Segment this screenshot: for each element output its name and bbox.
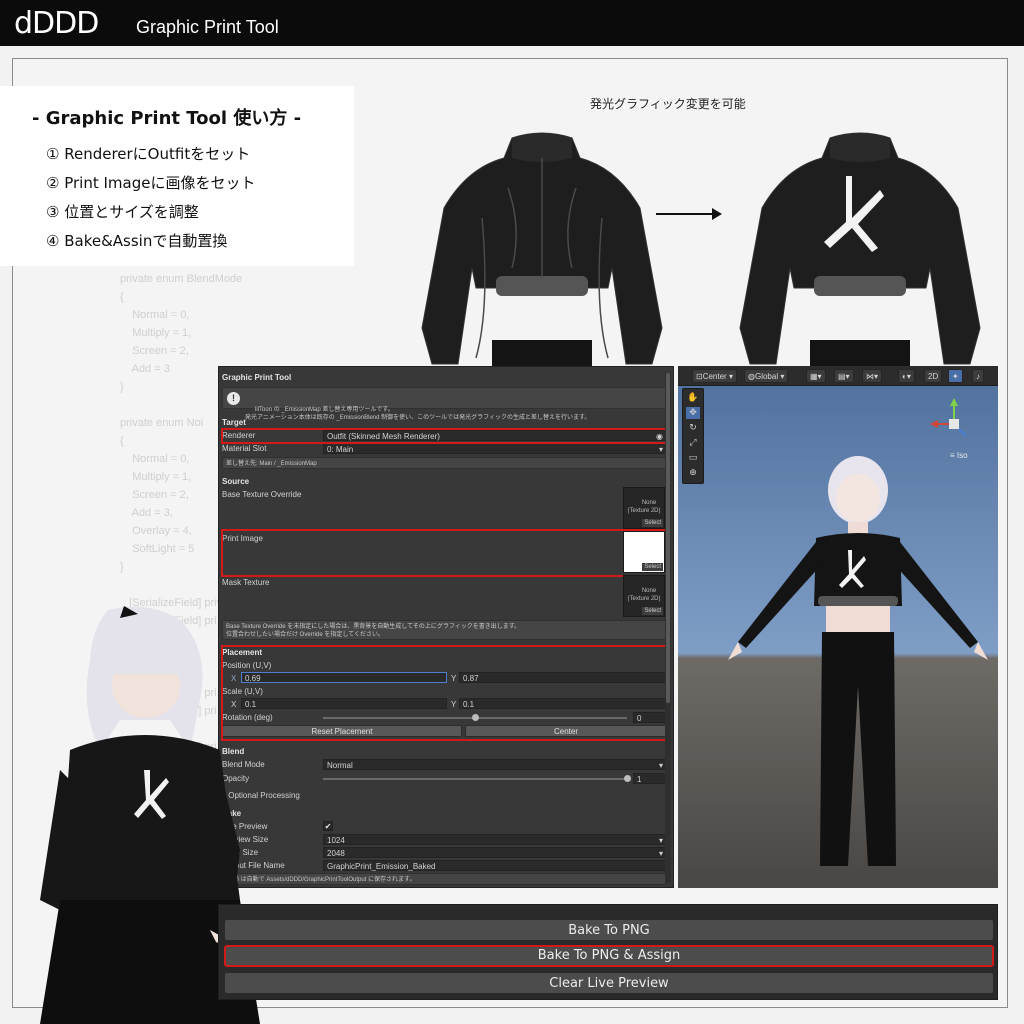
rotate-tool-icon[interactable]: ↻ (686, 422, 700, 434)
output-file-input[interactable]: GraphicPrint_Emission_Baked (323, 860, 667, 871)
howto-panel: - Graphic Print Tool 使い方 - ① RendererにOu… (0, 86, 354, 266)
bake-to-png-button[interactable]: Bake To PNG (224, 919, 994, 941)
placement-highlight (221, 645, 669, 741)
scene-view[interactable]: ⊡Center ▾ ◍Global ▾ ▦▾ ▤▾ ⋈▾ ◐▾ 2D ✦ ♪ ✋… (678, 366, 998, 888)
comparison-caption: 発光グラフィック変更を可能 (590, 97, 746, 111)
panel-scrollbar[interactable] (665, 373, 671, 883)
orientation-gizmo[interactable] (926, 396, 982, 452)
base-texture-label: Base Texture Override (222, 490, 302, 499)
howto-step: ③ 位置とサイズを調整 (46, 203, 199, 221)
opacity-slider-handle[interactable] (623, 775, 631, 782)
mask-texture-select[interactable]: Select (642, 607, 663, 615)
renderer-highlight (221, 428, 669, 444)
save-info-box: PNG は自動で Assets/dDDD/GraphicPrintToolOut… (222, 873, 666, 885)
pivot-icon: ⊡ (696, 372, 703, 381)
bake-panel: Bake To PNG Bake To PNG & Assign Clear L… (218, 904, 998, 1000)
howto-step: ① RendererにOutfitをセット (46, 145, 251, 163)
intro-text: lilToon の _EmissionMap 差し替え専用ツールです。 発光アニ… (245, 407, 591, 421)
live-preview-checkbox[interactable]: ✔ (323, 821, 333, 831)
source-help-box: Base Texture Override を未指定にした場合は、黒背景を自動生… (222, 620, 666, 640)
howto-step: ④ Bake&Assinで自動置換 (46, 232, 228, 250)
graphic-print-tool-panel: Graphic Print Tool ! lilToon の _Emission… (218, 366, 674, 888)
light-bulb-icon: ✦ (952, 372, 959, 381)
globe-icon: ◍ (748, 372, 755, 381)
print-image-highlight (221, 529, 669, 577)
bake-to-png-assign-button[interactable]: Bake To PNG & Assign (224, 945, 994, 967)
pivot-center-label: Center (702, 372, 727, 381)
material-slot-dropdown[interactable]: 0: Main (323, 443, 667, 455)
snap-icon: ▤▾ (838, 372, 850, 381)
align-button[interactable]: ⋈▾ (862, 369, 883, 383)
move-tool-icon[interactable]: ✥ (686, 407, 700, 419)
clear-live-preview-button[interactable]: Clear Live Preview (224, 972, 994, 994)
lighting-toggle[interactable]: ✦ (948, 369, 963, 383)
page: dDDD Graphic Print Tool Tool"; D/Graphic… (0, 0, 1024, 1024)
brand-subtitle: Graphic Print Tool (136, 17, 279, 37)
grid-snap-button[interactable]: ▦▾ (806, 369, 826, 383)
intro-help-box: ! lilToon の _EmissionMap 差し替え専用ツールです。 発光… (222, 387, 666, 421)
mask-texture-thumb-text: None (Texture 2D) (627, 588, 661, 602)
hand-tool-icon[interactable]: ✋ (686, 392, 700, 404)
opacity-input[interactable]: 1 (633, 773, 667, 784)
howto-step: ② Print Imageに画像をセット (46, 174, 256, 192)
base-texture-select[interactable]: Select (642, 519, 663, 527)
scene-toolbar: ⊡Center ▾ ◍Global ▾ ▦▾ ▤▾ ⋈▾ ◐▾ 2D ✦ ♪ (678, 366, 998, 386)
top-bar: dDDD Graphic Print Tool (0, 0, 1024, 46)
pivot-center-button[interactable]: ⊡Center ▾ (692, 369, 737, 383)
align-icon: ⋈▾ (866, 372, 879, 381)
audio-toggle[interactable]: ♪ (972, 369, 984, 383)
howto-title: - Graphic Print Tool 使い方 - (32, 108, 302, 129)
preview-size-dropdown[interactable]: 1024 (323, 834, 667, 846)
mask-texture-label: Mask Texture (222, 578, 270, 587)
shading-mode-button[interactable]: ◐▾ (898, 369, 915, 383)
grid-icon: ▦▾ (810, 372, 822, 381)
scrollbar-handle[interactable] (666, 373, 670, 703)
panel-title: Graphic Print Tool (222, 373, 292, 382)
arrow-right-icon (656, 208, 722, 220)
blend-mode-dropdown[interactable]: Normal (323, 759, 667, 771)
bake-size-dropdown[interactable]: 2048 (323, 847, 667, 859)
2d-toggle[interactable]: 2D (924, 369, 943, 383)
section-target: Target (222, 418, 246, 427)
material-slot-label: Material Slot (222, 444, 267, 453)
pivot-global-label: Global (754, 372, 779, 381)
info-icon: ! (227, 392, 240, 405)
increment-snap-button[interactable]: ▤▾ (834, 369, 854, 383)
jacket-before-image (421, 132, 663, 368)
section-source: Source (222, 477, 250, 486)
avatar-model (728, 456, 988, 866)
opacity-slider[interactable] (323, 778, 627, 780)
jacket-after-image (739, 132, 981, 368)
shading-icon: ◐▾ (902, 372, 911, 381)
base-texture-thumb-text: None (Texture 2D) (627, 500, 661, 514)
howto-steps: ① RendererにOutfitをセット ② Print Imageに画像をセ… (46, 140, 255, 256)
pivot-global-button[interactable]: ◍Global ▾ (744, 369, 789, 383)
mask-texture-slot[interactable]: None (Texture 2D) Select (623, 575, 665, 617)
brand-logo: dDDD (14, 6, 99, 41)
replace-info-box: 差し替え先: Main / _EmissionMap (222, 457, 666, 469)
audio-icon: ♪ (976, 372, 980, 381)
base-texture-slot[interactable]: None (Texture 2D) Select (623, 487, 665, 529)
